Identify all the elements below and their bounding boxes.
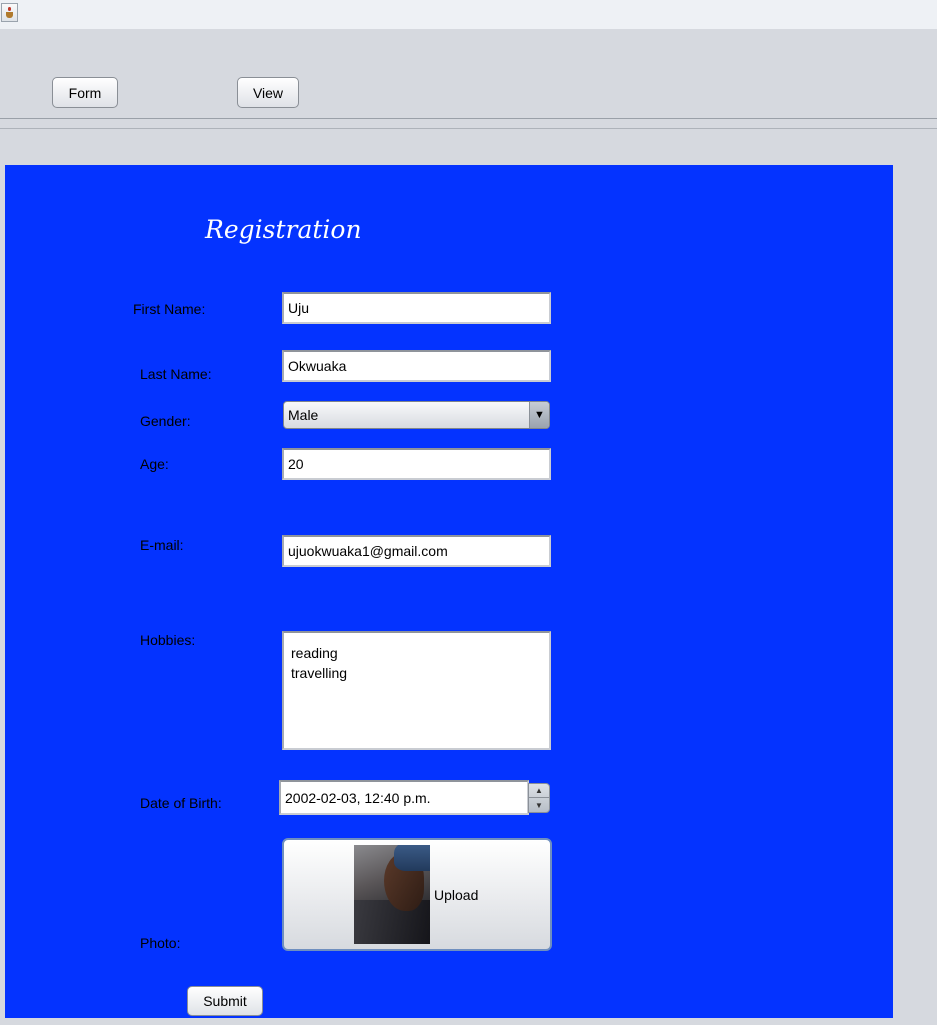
- age-field[interactable]: 20: [282, 448, 551, 480]
- view-button[interactable]: View: [237, 77, 299, 108]
- toolbar-divider-lower: [0, 128, 937, 129]
- spinner-up-icon[interactable]: ▲: [529, 784, 549, 798]
- page-title: Registration: [205, 215, 362, 244]
- last-name-label: Last Name:: [140, 366, 212, 382]
- photo-cap-shape: [394, 845, 430, 871]
- java-coffee-cup-icon[interactable]: [1, 3, 18, 22]
- photo-label: Photo:: [140, 935, 181, 951]
- submit-button[interactable]: Submit: [187, 986, 263, 1016]
- upload-label: Upload: [434, 887, 479, 903]
- registration-panel: Registration First Name: Uju Last Name: …: [5, 165, 893, 1018]
- dob-label: Date of Birth:: [140, 795, 222, 811]
- dob-spinner-field[interactable]: 2002-02-03, 12:40 p.m.: [279, 780, 529, 815]
- first-name-field[interactable]: Uju: [282, 292, 551, 324]
- gender-select-value: Male: [288, 407, 319, 423]
- title-bar: [0, 0, 937, 29]
- gender-select[interactable]: Male ▼: [283, 401, 550, 429]
- first-name-label: First Name:: [133, 301, 206, 317]
- email-label: E-mail:: [140, 537, 184, 553]
- gender-label: Gender:: [140, 413, 191, 429]
- toolbar-divider: [0, 118, 937, 119]
- hobby-line: travelling: [291, 665, 348, 681]
- form-button[interactable]: Form: [52, 77, 118, 108]
- hobbies-textarea[interactable]: reading travelling: [282, 631, 551, 750]
- hobbies-label: Hobbies:: [140, 632, 196, 648]
- hobby-line: reading: [291, 645, 338, 661]
- spinner-down-icon[interactable]: ▼: [529, 798, 549, 812]
- profile-photo: [354, 845, 430, 944]
- upload-photo-button[interactable]: Upload: [282, 838, 552, 951]
- email-field[interactable]: ujuokwuaka1@gmail.com: [282, 535, 551, 567]
- age-label: Age:: [140, 456, 169, 472]
- dob-spinner-buttons: ▲ ▼: [528, 783, 550, 813]
- chevron-down-icon[interactable]: ▼: [529, 402, 549, 428]
- photo-collar-shape: [354, 900, 430, 944]
- last-name-field[interactable]: Okwuaka: [282, 350, 551, 382]
